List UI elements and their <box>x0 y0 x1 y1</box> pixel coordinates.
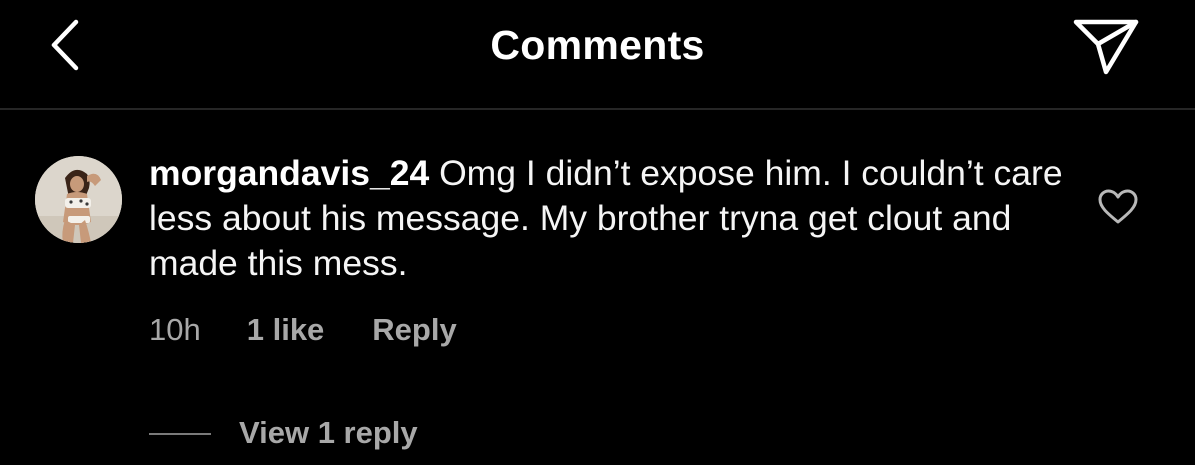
page-title: Comments <box>490 22 705 68</box>
comment-body: morgandavis_24 Omg I didn’t expose him. … <box>149 151 1069 286</box>
avatar[interactable] <box>35 156 122 243</box>
comment-meta: 10h 1 like Reply <box>149 311 457 349</box>
paper-plane-icon <box>1073 19 1139 75</box>
header-bar: Comments <box>0 0 1195 110</box>
profile-photo <box>35 156 122 243</box>
view-replies-label: View 1 reply <box>239 415 418 450</box>
comment-timestamp: 10h <box>149 312 201 347</box>
like-button[interactable] <box>1097 188 1139 226</box>
like-count-link[interactable]: 1 like <box>247 311 325 349</box>
replies-divider-line <box>149 433 211 435</box>
share-button[interactable] <box>1070 14 1142 78</box>
reply-button[interactable]: Reply <box>372 311 456 349</box>
comment-username[interactable]: morgandavis_24 <box>149 153 429 193</box>
heart-outline-icon <box>1098 189 1138 224</box>
